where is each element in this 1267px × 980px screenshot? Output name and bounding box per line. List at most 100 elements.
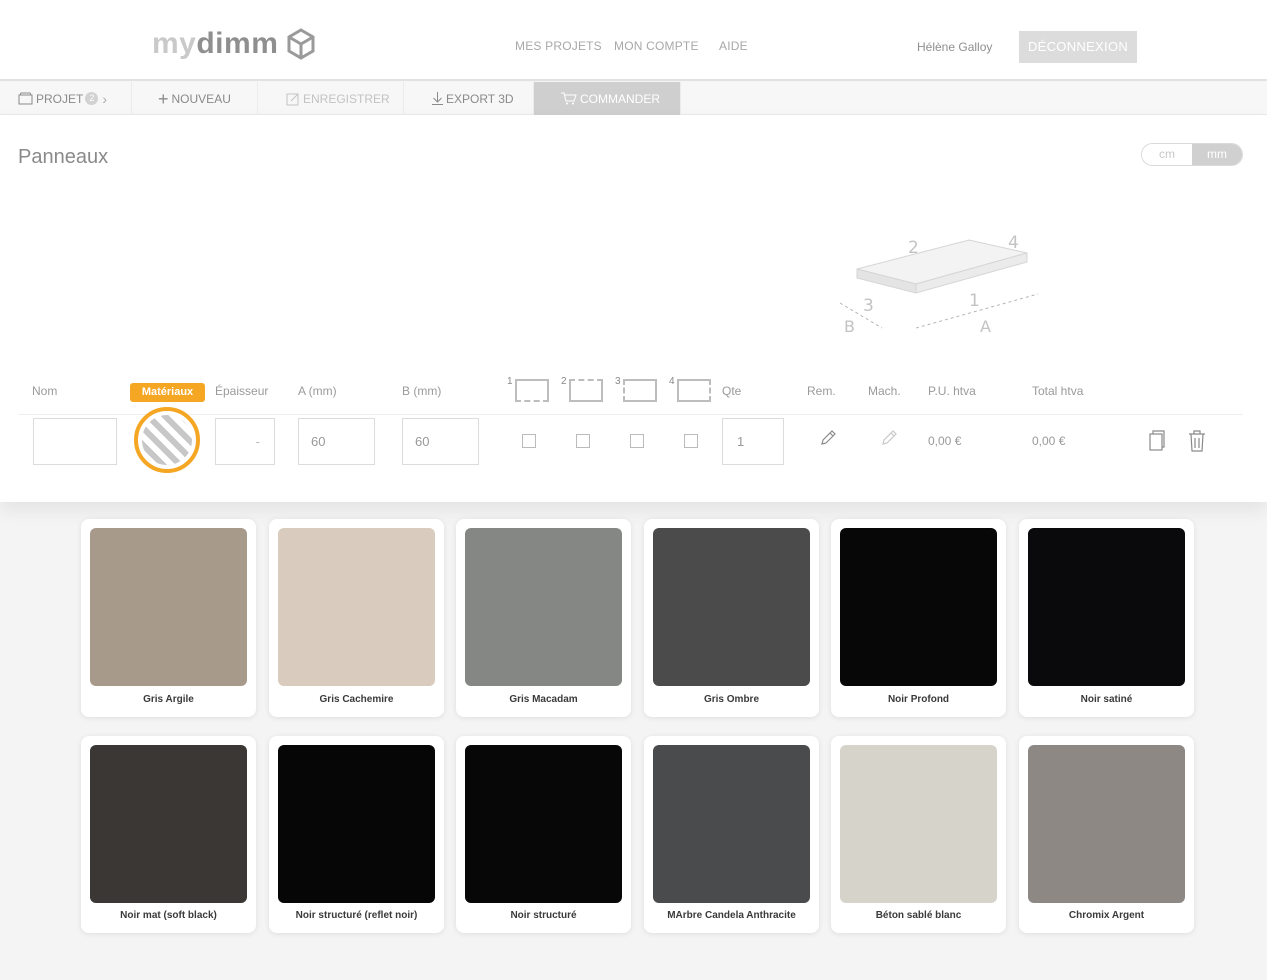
material-card[interactable]: Gris Argile	[81, 519, 256, 717]
material-swatch	[90, 745, 247, 903]
material-card[interactable]: Noir mat (soft black)	[81, 736, 256, 933]
unit-toggle[interactable]: cm mm	[1141, 143, 1243, 166]
dimension-b-input[interactable]: 60	[402, 418, 479, 465]
nav-mon-compte[interactable]: MON COMPTE	[614, 39, 699, 53]
nouveau-button[interactable]: + NOUVEAU	[132, 82, 258, 115]
dimension-a-input[interactable]: 60	[298, 418, 375, 465]
nouveau-label: NOUVEAU	[171, 91, 231, 106]
quantity-input[interactable]: 1	[722, 418, 784, 465]
material-card[interactable]: Gris Cachemire	[269, 519, 444, 717]
edge-4-checkbox[interactable]	[684, 434, 698, 448]
material-swatch	[653, 528, 810, 686]
material-name: Noir satiné	[1080, 694, 1133, 705]
col-rem: Rem.	[807, 384, 836, 398]
edge-label-2: 2	[908, 238, 919, 258]
nom-input[interactable]	[33, 418, 117, 465]
material-name: Noir structuré (reflet noir)	[295, 910, 418, 921]
material-swatch	[840, 745, 997, 903]
material-name: MArbre Candela Anthracite	[667, 910, 796, 921]
top-header: my dimm MES PROJETS MON COMPTE AIDE Hélèn…	[0, 0, 1267, 81]
material-name: Béton sablé blanc	[875, 910, 962, 921]
nav-aide[interactable]: AIDE	[719, 39, 748, 53]
material-swatch	[1028, 745, 1185, 903]
material-card[interactable]: Chromix Argent	[1019, 736, 1194, 933]
dimension-label-b: B	[844, 317, 855, 336]
col-total: Total htva	[1032, 384, 1084, 398]
chevron-right-icon: ›	[102, 90, 108, 107]
cart-icon	[561, 92, 577, 105]
col-pu: P.U. htva	[928, 384, 976, 398]
material-name: Gris Macadam	[509, 694, 578, 705]
commander-button[interactable]: COMMANDER	[534, 82, 681, 115]
material-card[interactable]: Béton sablé blanc	[831, 736, 1006, 933]
material-name: Noir structuré	[510, 910, 577, 921]
edge-2-number: 2	[561, 376, 567, 387]
panel-diagram: 2 4 1 3 A B	[839, 233, 1039, 336]
trash-icon[interactable]	[1188, 430, 1206, 452]
enregistrer-label: ENREGISTRER	[303, 91, 390, 106]
col-mach: Mach.	[868, 384, 901, 398]
export-3d-label: EXPORT 3D	[446, 91, 514, 106]
logo-text-my: my	[152, 27, 197, 60]
col-materiaux-badge: Matériaux	[130, 383, 205, 402]
unit-mm-option[interactable]: mm	[1192, 144, 1242, 165]
material-swatch	[840, 528, 997, 686]
material-name: Noir mat (soft black)	[120, 910, 217, 921]
material-selector[interactable]	[134, 407, 200, 473]
edge-1-icon	[514, 379, 549, 402]
material-swatch	[278, 528, 435, 686]
projet-label: PROJET	[36, 91, 84, 106]
edge-1-checkbox[interactable]	[522, 434, 536, 448]
machining-pencil-icon[interactable]	[880, 429, 898, 447]
edge-1-number: 1	[507, 376, 513, 387]
duplicate-icon[interactable]	[1148, 430, 1166, 452]
projet-menu[interactable]: PROJET 2 ›	[0, 82, 132, 115]
col-epaisseur: Épaisseur	[215, 384, 269, 398]
material-swatch	[465, 528, 622, 686]
edge-4-number: 4	[669, 376, 675, 387]
material-swatch	[278, 745, 435, 903]
edge-3-checkbox[interactable]	[630, 434, 644, 448]
export-3d-button[interactable]: EXPORT 3D	[404, 82, 534, 115]
logout-button[interactable]: DÉCONNEXION	[1019, 31, 1137, 63]
material-name: Gris Ombre	[703, 694, 760, 705]
material-swatch	[90, 528, 247, 686]
user-name: Hélène Galloy	[917, 40, 993, 54]
edge-4-icon	[676, 379, 711, 402]
edge-2-checkbox[interactable]	[576, 434, 590, 448]
nav-mes-projets[interactable]: MES PROJETS	[515, 39, 602, 53]
col-a: A (mm)	[298, 384, 337, 398]
material-card[interactable]: MArbre Candela Anthracite	[644, 736, 819, 933]
remark-pencil-icon[interactable]	[819, 429, 837, 447]
edge-3-icon	[622, 379, 657, 402]
material-swatch	[653, 745, 810, 903]
plus-icon: +	[158, 88, 169, 109]
material-name: Gris Argile	[143, 694, 194, 705]
col-edge-4: 4	[669, 376, 711, 402]
commander-label: COMMANDER	[580, 91, 660, 106]
toolbar: PROJET 2 › + NOUVEAU ENREGISTRER EXPORT …	[0, 82, 1267, 115]
col-qte: Qte	[722, 384, 742, 398]
edge-label-4: 4	[1008, 233, 1019, 253]
unit-cm-option[interactable]: cm	[1142, 144, 1192, 165]
material-card[interactable]: Noir structuré (reflet noir)	[269, 736, 444, 933]
logo[interactable]: my dimm	[152, 27, 316, 61]
logo-text-dimm: dimm	[196, 27, 279, 60]
material-swatch	[465, 745, 622, 903]
material-card[interactable]: Gris Ombre	[644, 519, 819, 717]
material-card[interactable]: Noir Profond	[831, 519, 1006, 717]
material-card[interactable]: Noir satiné	[1019, 519, 1194, 717]
material-card[interactable]: Gris Macadam	[456, 519, 631, 717]
epaisseur-select[interactable]: -	[215, 418, 275, 465]
material-name: Gris Cachemire	[319, 694, 394, 705]
edge-3-number: 3	[615, 376, 621, 387]
edge-label-1: 1	[969, 291, 980, 311]
panels-editor: Panneaux cm mm 2 4 1 3 A B Nom Matériaux…	[0, 115, 1267, 502]
cube-logo-icon	[287, 28, 315, 60]
material-swatch	[1028, 528, 1185, 686]
col-edge-1: 1	[507, 376, 549, 402]
material-placeholder-icon	[142, 415, 192, 465]
download-icon	[432, 92, 443, 105]
material-card[interactable]: Noir structuré	[456, 736, 631, 933]
enregistrer-button[interactable]: ENREGISTRER	[258, 82, 404, 115]
